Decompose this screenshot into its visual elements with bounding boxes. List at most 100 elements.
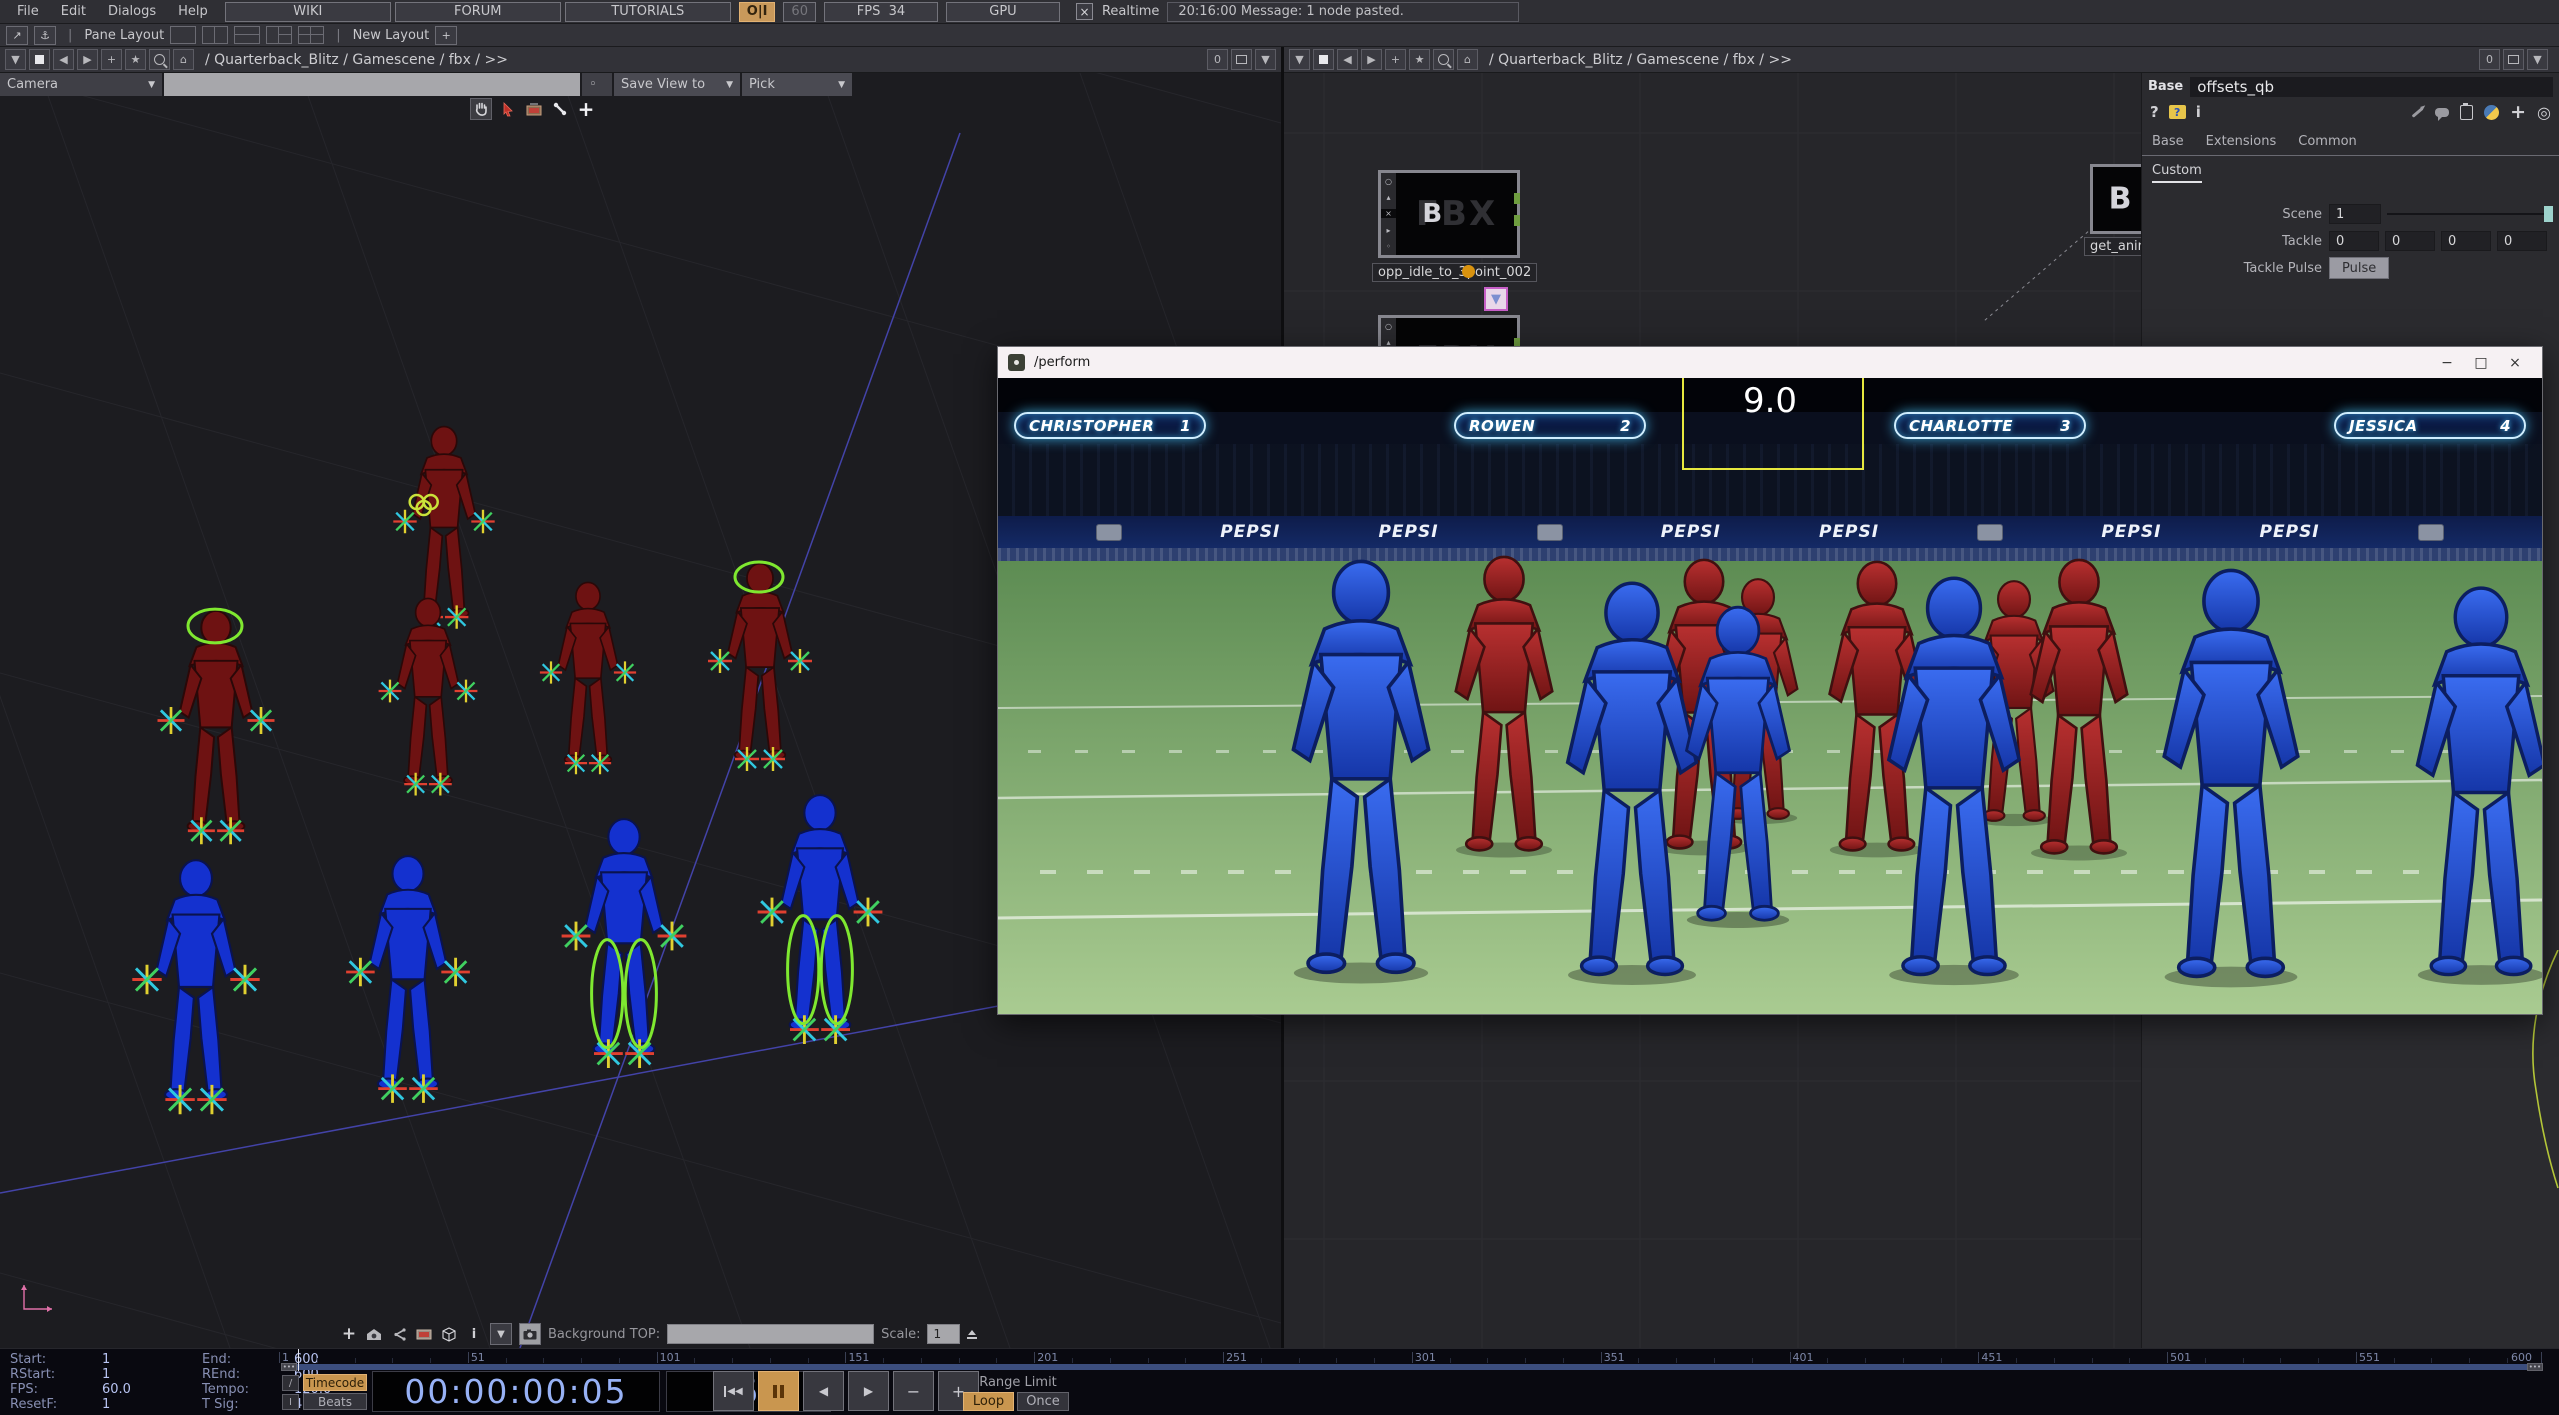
home-icon[interactable]: ⌂ [173, 49, 194, 70]
add-parameter-icon[interactable]: + [2510, 101, 2526, 123]
close-icon[interactable]: × [2498, 347, 2532, 378]
pane-layout-preset-vsplit[interactable] [202, 26, 228, 44]
range-start-grip[interactable]: ••• [281, 1363, 297, 1371]
bookmark-star-icon[interactable]: ★ [125, 49, 146, 70]
perform-title-bar[interactable]: /perform − □ × [998, 347, 2542, 378]
wiki-button[interactable]: WIKI [225, 2, 391, 22]
info-icon[interactable]: i [465, 1325, 483, 1343]
scene-slider[interactable] [2387, 204, 2553, 224]
minimize-icon[interactable]: − [2430, 347, 2464, 378]
maximize-pane-icon[interactable] [1231, 49, 1252, 70]
back-icon[interactable]: ◀ [53, 49, 74, 70]
bone-icon[interactable] [550, 99, 570, 119]
tackle-field-1[interactable]: 0 [2329, 231, 2379, 251]
node-output-connector[interactable] [1514, 193, 1520, 204]
step-forward-button[interactable]: ▶ [848, 1371, 889, 1411]
scene-value-field[interactable]: 1 [2329, 204, 2381, 224]
pane-layout-preset-three[interactable] [266, 26, 292, 44]
beats-mode-button[interactable]: Beats [303, 1393, 367, 1410]
add-bookmark-icon[interactable]: + [1385, 49, 1406, 70]
range-end-grip[interactable]: ••• [2527, 1363, 2543, 1371]
pan-hand-icon[interactable] [470, 98, 492, 120]
scale-stepper[interactable] [967, 1330, 977, 1339]
loop-button[interactable]: Loop [963, 1392, 1014, 1411]
timeline-range-bar[interactable] [283, 1364, 2541, 1370]
add-layout-button[interactable]: + [435, 26, 457, 45]
node-flags[interactable]: ○▴×▸◦ [1381, 173, 1396, 255]
expand-pane-icon[interactable]: ↗ [6, 26, 28, 45]
op-name-field[interactable]: offsets_qb [2190, 77, 2553, 97]
pane-layout-preset-quad[interactable] [298, 26, 324, 44]
pane-layout-preset-hsplit[interactable] [234, 26, 260, 44]
add-geometry-icon[interactable]: + [576, 99, 596, 119]
timecode-mode-button[interactable]: Timecode [303, 1374, 367, 1391]
node-opp-idle[interactable]: ○▴×▸◦ FBX B [1378, 170, 1520, 258]
home-icon[interactable]: ⌂ [1457, 49, 1478, 70]
breadcrumb[interactable]: / Quarterback_Blitz / Gamescene / fbx / … [1489, 52, 1792, 68]
python-icon[interactable] [2484, 105, 2499, 120]
pulse-button[interactable]: Pulse [2329, 257, 2389, 279]
scale-field[interactable]: 1 [927, 1324, 960, 1344]
oi-toggle-button[interactable]: O|I [739, 2, 776, 22]
current-op-icon[interactable] [1313, 49, 1334, 70]
perform-window[interactable]: /perform − □ × PEPSIPEPSIPEPSIPEPSIPEPSI… [997, 346, 2543, 1015]
add-bookmark-icon[interactable]: + [101, 49, 122, 70]
tackle-field-3[interactable]: 0 [2441, 231, 2491, 251]
bookmark-star-icon[interactable]: ★ [1409, 49, 1430, 70]
tab-base[interactable]: Base [2152, 134, 2184, 149]
collapse-pane-icon[interactable]: ▼ [1255, 49, 1276, 70]
select-arrow-icon[interactable] [498, 99, 518, 119]
tab-custom[interactable]: Custom [2152, 163, 2202, 183]
comment-icon[interactable] [2435, 108, 2449, 117]
realtime-checkbox[interactable]: × [1076, 3, 1093, 20]
background-top-field[interactable] [667, 1324, 874, 1344]
forum-button[interactable]: FORUM [395, 2, 561, 22]
gpu-button[interactable]: GPU [946, 2, 1060, 22]
forward-icon[interactable]: ▶ [1361, 49, 1382, 70]
pane-layout-preset-single[interactable] [170, 26, 196, 44]
pane-type-dropdown-icon[interactable]: ▼ [5, 49, 26, 70]
menu-dialogs[interactable]: Dialogs [97, 4, 167, 19]
pick-dropdown[interactable]: Pick▼ [742, 73, 852, 96]
jump-to-start-button[interactable]: ◀◀ [713, 1371, 754, 1411]
add-icon[interactable]: + [340, 1325, 358, 1343]
op-help-icon[interactable]: ? [2169, 105, 2186, 119]
node-output-connector[interactable] [1514, 215, 1520, 226]
copy-parameters-icon[interactable] [2460, 105, 2473, 120]
fps-60-button[interactable]: 60 [783, 2, 816, 22]
info-icon[interactable]: i [2196, 103, 2201, 121]
scene-slider-handle[interactable] [2544, 206, 2553, 222]
detach-pane-icon[interactable]: ⚓ [34, 26, 56, 45]
search-icon[interactable] [1433, 49, 1454, 70]
fps-button[interactable]: FPS 34 [824, 2, 938, 22]
tab-extensions[interactable]: Extensions [2206, 134, 2277, 149]
wire-icon[interactable] [390, 1325, 408, 1343]
menu-edit[interactable]: Edit [50, 4, 97, 19]
timeline-ruler[interactable]: 151101151201251301351401451501551600 [279, 1349, 2545, 1364]
camera-dropdown[interactable]: Camera▼ [0, 73, 162, 96]
breadcrumb[interactable]: / Quarterback_Blitz / Gamescene / fbx / … [205, 52, 508, 68]
step-back-button[interactable]: ◀ [803, 1371, 844, 1411]
lock-icon[interactable]: ◦ [582, 73, 612, 96]
camera-home-icon[interactable] [365, 1325, 383, 1343]
pause-button[interactable] [758, 1371, 799, 1411]
network-overlay-arrow[interactable]: ▼ [1484, 287, 1508, 311]
tackle-field-2[interactable]: 0 [2385, 231, 2435, 251]
save-view-dropdown[interactable]: Save View to▼ [614, 73, 740, 96]
tackle-field-4[interactable]: 0 [2497, 231, 2547, 251]
maximize-pane-icon[interactable] [2503, 49, 2524, 70]
collapse-pane-icon[interactable]: ▼ [2527, 49, 2548, 70]
projector-icon[interactable] [524, 99, 544, 119]
cube-icon[interactable] [440, 1325, 458, 1343]
tab-common[interactable]: Common [2298, 134, 2357, 149]
projector-icon[interactable] [415, 1325, 433, 1343]
snapshot-camera-icon[interactable] [519, 1323, 541, 1345]
target-icon[interactable]: ◎ [2537, 103, 2551, 122]
search-icon[interactable] [149, 49, 170, 70]
pane-type-dropdown-icon[interactable]: ▼ [1289, 49, 1310, 70]
current-op-icon[interactable] [29, 49, 50, 70]
decrement-button[interactable]: − [893, 1371, 934, 1411]
edit-pencil-icon[interactable] [2412, 107, 2424, 118]
maximize-icon[interactable]: □ [2464, 347, 2498, 378]
once-button[interactable]: Once [1017, 1392, 1069, 1411]
